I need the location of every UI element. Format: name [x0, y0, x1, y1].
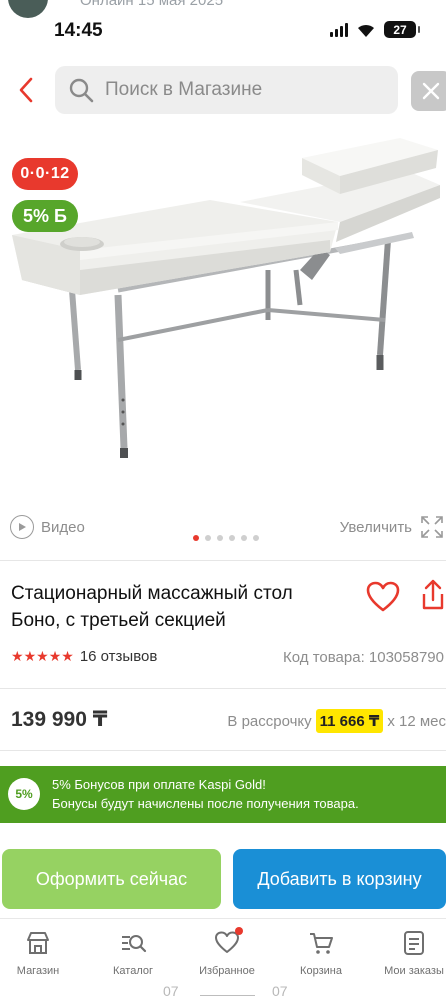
product-title-line2: Боно, с третьей секцией: [11, 610, 226, 631]
add-to-cart-button[interactable]: Добавить в корзину: [233, 849, 446, 909]
search-header: Поиск в Магазине: [0, 60, 446, 122]
divider: [0, 560, 446, 561]
tab-label: Мои заказы: [384, 965, 444, 977]
close-icon: [422, 82, 440, 100]
star-icon: ★: [36, 648, 49, 664]
battery-level: 27: [393, 22, 407, 37]
search-icon: [69, 78, 94, 103]
pagination-dot[interactable]: [205, 535, 211, 541]
store-icon: [27, 932, 49, 954]
rating-stars: ★★★★★: [11, 648, 74, 665]
wifi-icon: [358, 24, 374, 37]
pagination-dot[interactable]: [229, 535, 235, 541]
back-button[interactable]: [8, 70, 44, 110]
tab-favorites[interactable]: Избранное: [187, 927, 267, 977]
product-title-line1: Стационарный массажный стол: [11, 583, 293, 604]
status-bar: Онлайн 15 мая 2025 14:45 27: [0, 0, 446, 52]
search-input[interactable]: Поиск в Магазине: [55, 66, 398, 114]
installment-info[interactable]: В рассрочку 11 666 ₸ x 12 мес: [227, 709, 446, 733]
status-ghost-text: Онлайн 15 мая 2025: [80, 0, 224, 9]
tab-store[interactable]: Магазин: [0, 929, 78, 977]
favorite-heart-icon[interactable]: [365, 580, 401, 614]
pagination-dot[interactable]: [253, 535, 259, 541]
installment-prefix: В рассрочку: [227, 712, 312, 730]
product-sku: Код товара: 103058790: [283, 649, 444, 666]
bonus-icon-text: 5%: [15, 787, 33, 801]
add-to-cart-label: Добавить в корзину: [257, 868, 422, 889]
tab-orders[interactable]: Мои заказы: [374, 929, 446, 977]
status-icons: 27: [330, 21, 420, 38]
image-pagination: [193, 535, 259, 541]
divider: [0, 750, 446, 751]
checkout-now-button[interactable]: Оформить сейчас: [2, 849, 221, 909]
star-icon: ★: [61, 648, 74, 664]
orders-icon: [404, 931, 424, 955]
close-button[interactable]: [411, 71, 446, 111]
bonus-line2: Бонусы будут начислены после получения т…: [52, 796, 359, 811]
checkout-now-label: Оформить сейчас: [35, 868, 188, 889]
video-label: Видео: [41, 518, 85, 536]
catalog-search-icon: [122, 935, 147, 953]
bonus-banner[interactable]: 5% 5% Бонусов при оплате Kaspi Gold! Бон…: [0, 766, 446, 823]
notification-dot: [235, 927, 243, 935]
bonus-badge-label: 5% Б: [23, 205, 67, 226]
share-icon[interactable]: [420, 578, 446, 612]
bonus-percent-icon: 5%: [8, 778, 40, 810]
pagination-dot[interactable]: [217, 535, 223, 541]
reviews-count: 16 отзывов: [79, 648, 158, 665]
installment-badge: 0·0·12: [12, 158, 78, 190]
product-title: Стационарный массажный стол Боно, с трет…: [11, 580, 351, 634]
status-time: 14:45: [54, 20, 103, 41]
footer-ghost-line: [200, 995, 255, 996]
zoom-link[interactable]: Увеличить: [340, 515, 444, 539]
bottom-tab-bar: Магазин Каталог Избранное Корзина Мои за…: [0, 918, 446, 983]
rating-row[interactable]: ★★★★★ 16 отзывов: [11, 648, 157, 665]
signal-icon: [330, 22, 348, 37]
star-icon: ★: [48, 648, 62, 664]
cart-icon: [310, 933, 333, 954]
installment-amount: 11 666 ₸: [315, 709, 384, 733]
tab-cart[interactable]: Корзина: [281, 929, 361, 977]
avatar: [8, 0, 48, 18]
tab-catalog[interactable]: Каталог: [93, 929, 173, 977]
chevron-left-icon: [19, 77, 33, 103]
search-placeholder: Поиск в Магазине: [105, 79, 263, 100]
tab-label: Каталог: [113, 965, 153, 977]
tab-label: Корзина: [300, 965, 342, 977]
battery-icon: 27: [384, 21, 420, 38]
bonus-badge: 5% Б: [12, 200, 78, 232]
installment-badge-label: 0·0·12: [20, 165, 70, 182]
tab-label: Магазин: [16, 965, 60, 977]
star-icon: ★: [11, 648, 24, 664]
expand-icon: [421, 516, 443, 538]
product-price: 139 990 ₸: [11, 708, 108, 731]
bonus-line1: 5% Бонусов при оплате Kaspi Gold!: [52, 777, 266, 792]
tab-label: Избранное: [199, 965, 255, 977]
star-icon: ★: [23, 648, 37, 664]
footer-ghost-left: 07: [163, 983, 179, 999]
footer-ghost: 07 07: [0, 983, 446, 999]
pagination-dot[interactable]: [193, 535, 199, 541]
video-link[interactable]: Видео: [10, 515, 85, 539]
installment-suffix: x 12 мес: [387, 712, 446, 730]
zoom-label: Увеличить: [339, 518, 412, 536]
pagination-dot[interactable]: [241, 535, 247, 541]
divider: [0, 688, 446, 689]
footer-ghost-right: 07: [272, 983, 288, 999]
play-icon: [10, 515, 34, 539]
